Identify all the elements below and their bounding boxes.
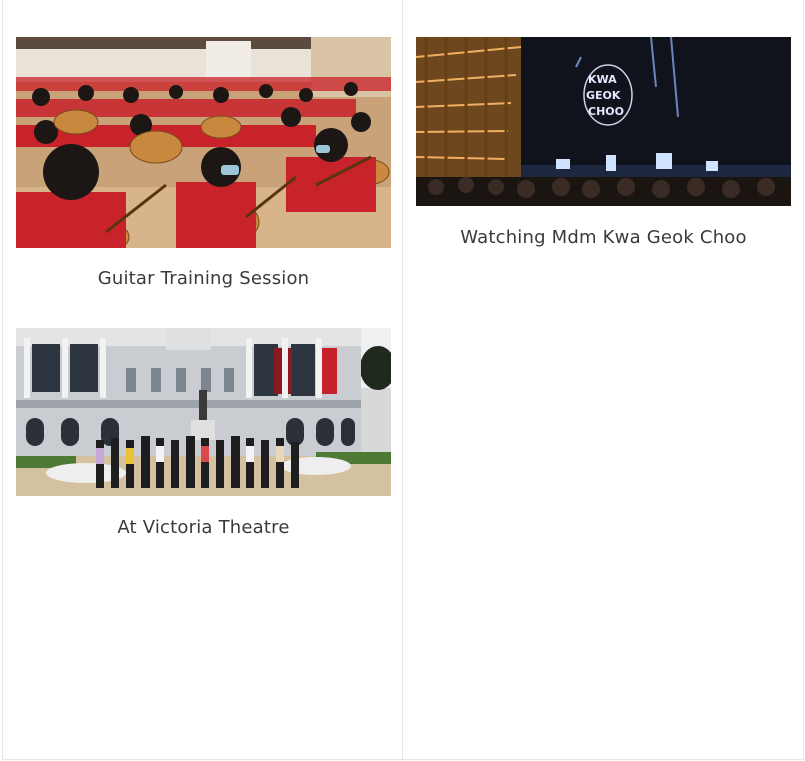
svg-text:CHOO: CHOO: [588, 105, 624, 118]
victoria-theatre-photo[interactable]: [16, 328, 391, 496]
gallery-column-left: Guitar Training Session At Victoria Thea…: [2, 0, 403, 760]
gallery-card-victoria-theatre[interactable]: At Victoria Theatre: [16, 328, 391, 538]
gallery-caption: Watching Mdm Kwa Geok Choo: [460, 227, 747, 248]
gallery-caption: At Victoria Theatre: [117, 517, 290, 538]
svg-text:GEOK: GEOK: [586, 89, 621, 102]
guitar-session-photo[interactable]: [16, 37, 391, 248]
gallery-column-right: KWA GEOK CHOO Watching Mdm Kwa Geok Choo: [402, 0, 804, 760]
gallery-caption: Guitar Training Session: [97, 268, 310, 289]
svg-text:KWA: KWA: [588, 73, 617, 86]
theatre-performance-photo[interactable]: KWA GEOK CHOO: [416, 37, 791, 206]
gallery-card-guitar[interactable]: Guitar Training Session: [16, 37, 391, 289]
gallery-card-performance[interactable]: KWA GEOK CHOO Watching Mdm Kwa Geok Choo: [416, 37, 791, 248]
